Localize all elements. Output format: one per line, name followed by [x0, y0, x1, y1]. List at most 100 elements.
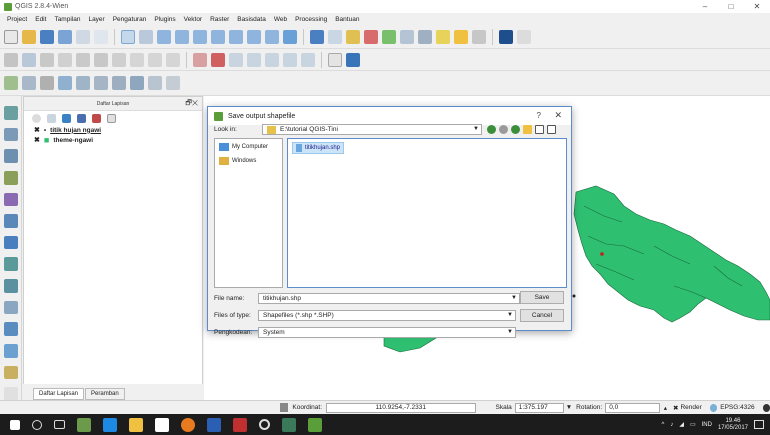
- zoom-out-icon[interactable]: [175, 29, 189, 44]
- add-virtual-layer-icon[interactable]: [3, 300, 18, 315]
- zoom-layer-icon[interactable]: [229, 29, 243, 44]
- start-windows-icon[interactable]: [10, 419, 20, 430]
- python-plugin-icon[interactable]: [346, 52, 360, 67]
- zoom-last-icon[interactable]: [247, 29, 261, 44]
- store-icon[interactable]: [155, 417, 169, 432]
- search-icon[interactable]: [32, 419, 42, 430]
- edge-browser-icon[interactable]: [103, 417, 117, 432]
- add-feature-icon[interactable]: [58, 52, 72, 67]
- scale-input[interactable]: 1:375.197: [514, 402, 564, 413]
- zoom-selection-icon[interactable]: [211, 29, 225, 44]
- text-annotation-icon[interactable]: [472, 29, 486, 44]
- zoom-full-icon[interactable]: [193, 29, 207, 44]
- move-label-icon[interactable]: [247, 52, 261, 67]
- parent-folder-icon[interactable]: [511, 125, 520, 134]
- delete-selected-icon[interactable]: [112, 52, 126, 67]
- csw-icon[interactable]: [328, 52, 342, 67]
- identify-icon[interactable]: [310, 29, 324, 44]
- save-edits-icon[interactable]: [40, 52, 54, 67]
- place-windows[interactable]: Windows: [215, 153, 282, 167]
- tab-browser[interactable]: Peramban: [85, 388, 125, 400]
- help-button[interactable]: ?: [537, 111, 541, 120]
- crosshair-icon[interactable]: [3, 387, 18, 401]
- menu-help[interactable]: Bantuan: [331, 16, 363, 23]
- menu-layer[interactable]: Layer: [84, 16, 108, 23]
- move-feature-icon[interactable]: [76, 52, 90, 67]
- copy-features-icon[interactable]: [148, 52, 162, 67]
- whats-this-icon[interactable]: [517, 29, 531, 44]
- task-view-icon[interactable]: [54, 420, 65, 429]
- add-delimited-text-icon[interactable]: [3, 279, 18, 293]
- battery-icon[interactable]: ▭: [690, 421, 696, 428]
- deselect-icon[interactable]: [364, 29, 378, 44]
- collapse-all-icon[interactable]: [92, 113, 101, 123]
- open-attribute-table-icon[interactable]: [382, 29, 396, 44]
- forward-icon[interactable]: [499, 125, 508, 134]
- detail-view-icon[interactable]: [547, 125, 556, 134]
- back-icon[interactable]: [487, 125, 496, 134]
- rotate-label-icon[interactable]: [265, 52, 279, 67]
- add-wfs-layer-icon[interactable]: [148, 76, 162, 90]
- network-icon[interactable]: ◢: [679, 421, 684, 428]
- add-wcs-layer-icon[interactable]: [130, 76, 144, 90]
- python-console-icon[interactable]: [499, 29, 513, 44]
- menu-project[interactable]: Project: [3, 16, 31, 23]
- eye-icon[interactable]: [32, 113, 41, 123]
- file-item-titikhujan[interactable]: titikhujan.shp: [292, 142, 345, 154]
- add-wfs-icon[interactable]: [3, 257, 18, 272]
- add-wcs-icon[interactable]: [3, 235, 18, 250]
- layer-item-theme-ngawi[interactable]: ✖ ■ theme-ngawi: [24, 135, 202, 145]
- cut-features-icon[interactable]: [130, 52, 144, 67]
- refresh-icon[interactable]: [283, 29, 297, 44]
- menu-view[interactable]: Tampilan: [50, 16, 84, 23]
- menu-web[interactable]: Web: [270, 16, 291, 23]
- menu-raster[interactable]: Raster: [206, 16, 233, 23]
- volume-icon[interactable]: ♪: [670, 422, 673, 428]
- add-vector-layer-icon[interactable]: [4, 76, 18, 90]
- language-indicator[interactable]: IND: [702, 422, 712, 428]
- rotation-spinner-icon[interactable]: ▴: [664, 404, 667, 412]
- word-icon[interactable]: [207, 417, 221, 432]
- new-shapefile-layer-icon[interactable]: [166, 76, 180, 90]
- add-oracle-layer-icon[interactable]: [94, 76, 108, 90]
- close-window-button[interactable]: ✕: [744, 0, 770, 13]
- remove-layer-icon[interactable]: [107, 113, 116, 123]
- file-list[interactable]: titikhujan.shp: [287, 138, 567, 288]
- add-raster-icon[interactable]: [3, 127, 18, 142]
- show-hide-labels-icon[interactable]: [229, 52, 243, 67]
- menu-settings[interactable]: Pengaturan: [109, 16, 151, 23]
- save-button[interactable]: Save: [520, 291, 564, 304]
- file-type-select[interactable]: Shapefiles (*.shp *.SHP) ▼: [258, 310, 516, 321]
- layer-visibility-checkbox[interactable]: ✖: [34, 136, 40, 144]
- cancel-button[interactable]: Cancel: [520, 309, 564, 322]
- pdf-reader-icon[interactable]: [233, 417, 247, 432]
- coordinate-value[interactable]: 110.9254,-7.2331: [326, 402, 476, 413]
- add-postgis-icon[interactable]: [3, 149, 18, 163]
- zoom-in-icon[interactable]: [157, 29, 171, 44]
- save-as-icon[interactable]: [58, 29, 72, 44]
- file-name-input[interactable]: titikhujan.shp ▼: [258, 293, 520, 304]
- calculator-icon[interactable]: [282, 417, 296, 432]
- qgis-taskbar-icon[interactable]: [308, 417, 322, 432]
- measure-icon[interactable]: [418, 29, 432, 44]
- new-folder-icon[interactable]: [523, 125, 532, 134]
- new-spatialite-icon[interactable]: [3, 322, 18, 337]
- file-explorer-icon[interactable]: [129, 417, 143, 432]
- composer-manager-icon[interactable]: [94, 29, 108, 44]
- encoding-select[interactable]: System ▼: [258, 327, 516, 338]
- add-mssql-layer-icon[interactable]: [76, 76, 90, 90]
- menu-edit[interactable]: Edit: [31, 16, 50, 23]
- messages-icon[interactable]: [762, 403, 770, 412]
- menu-vector[interactable]: Vektor: [180, 16, 206, 23]
- clock[interactable]: 19.46 17/05/2017: [718, 418, 748, 432]
- add-postgis-layer-icon[interactable]: [40, 76, 54, 90]
- add-vector-icon[interactable]: [3, 106, 18, 120]
- place-my-computer[interactable]: My Computer: [215, 139, 282, 153]
- layer-item-titik-hujan[interactable]: ✖ • titik hujan ngawi: [24, 125, 202, 135]
- open-project-icon[interactable]: [22, 29, 36, 44]
- panel-float-close-controls[interactable]: 🗗✕: [185, 99, 198, 110]
- select-features-icon[interactable]: [328, 29, 342, 44]
- taskbar-app-icon[interactable]: [77, 417, 91, 432]
- edit-pencil-icon[interactable]: [4, 52, 18, 67]
- minimize-button[interactable]: –: [692, 0, 718, 13]
